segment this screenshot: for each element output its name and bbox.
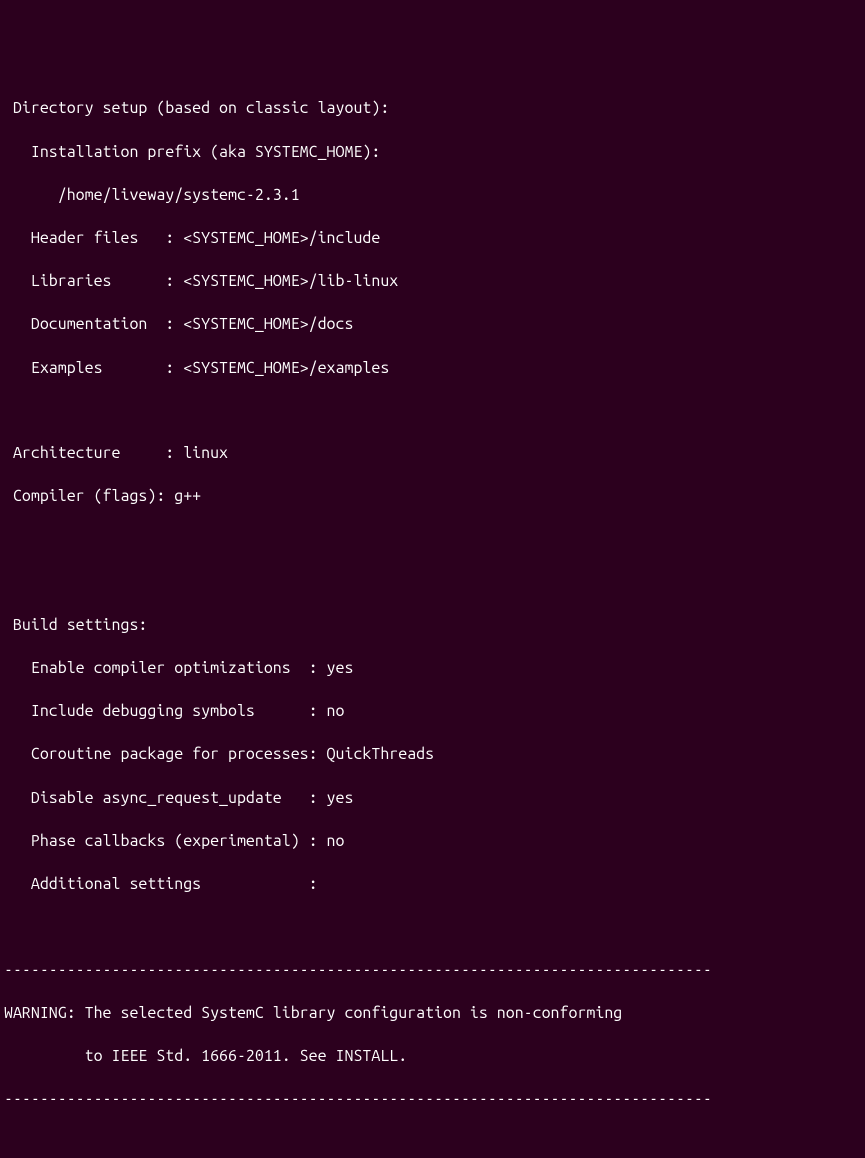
- blank-line: [0, 530, 865, 551]
- directory-setup-header: Directory setup (based on classic layout…: [0, 98, 865, 120]
- additional-settings-row: Additional settings :: [0, 874, 865, 896]
- blank-line: [0, 917, 865, 938]
- header-files-row: Header files : <SYSTEMC_HOME>/include: [0, 228, 865, 250]
- examples-row: Examples : <SYSTEMC_HOME>/examples: [0, 358, 865, 380]
- documentation-row: Documentation : <SYSTEMC_HOME>/docs: [0, 314, 865, 336]
- compiler-flags-row: Compiler (flags): g++: [0, 486, 865, 508]
- warning-line-1: WARNING: The selected SystemC library co…: [0, 1003, 865, 1025]
- debugging-symbols-row: Include debugging symbols : no: [0, 701, 865, 723]
- installation-prefix-label: Installation prefix (aka SYSTEMC_HOME):: [0, 142, 865, 164]
- blank-line: [0, 401, 865, 422]
- separator-top: ----------------------------------------…: [0, 960, 865, 982]
- compiler-optimizations-row: Enable compiler optimizations : yes: [0, 658, 865, 680]
- architecture-row: Architecture : linux: [0, 443, 865, 465]
- coroutine-package-row: Coroutine package for processes: QuickTh…: [0, 744, 865, 766]
- warning-line-2: to IEEE Std. 1666-2011. See INSTALL.: [0, 1046, 865, 1068]
- build-settings-header: Build settings:: [0, 615, 865, 637]
- blank-line: [0, 572, 865, 593]
- phase-callbacks-row: Phase callbacks (experimental) : no: [0, 831, 865, 853]
- libraries-row: Libraries : <SYSTEMC_HOME>/lib-linux: [0, 271, 865, 293]
- installation-prefix-path: /home/liveway/systemc-2.3.1: [0, 185, 865, 207]
- separator-bottom: ----------------------------------------…: [0, 1089, 865, 1111]
- disable-async-row: Disable async_request_update : yes: [0, 788, 865, 810]
